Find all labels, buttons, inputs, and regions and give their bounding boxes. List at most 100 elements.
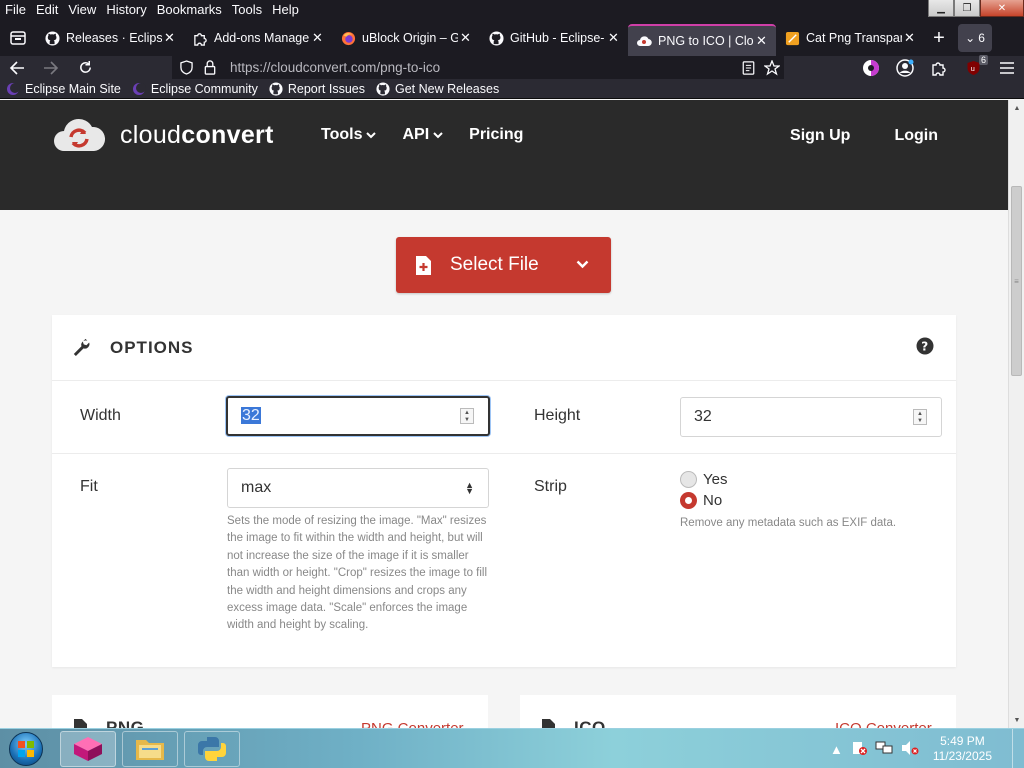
close-window-button[interactable]: ✕ bbox=[980, 0, 1024, 17]
back-button[interactable] bbox=[0, 56, 34, 79]
strip-radio-no[interactable]: No bbox=[680, 492, 722, 509]
menu-view[interactable]: View bbox=[63, 0, 101, 20]
account-button[interactable] bbox=[888, 58, 922, 77]
scroll-up-icon[interactable]: ▲ bbox=[1009, 100, 1024, 116]
svg-text:?: ? bbox=[921, 340, 928, 354]
tab-close-icon[interactable]: ✕ bbox=[460, 30, 472, 46]
tab-close-icon[interactable]: ✕ bbox=[312, 30, 324, 46]
scroll-down-icon[interactable]: ▼ bbox=[1009, 712, 1024, 728]
bookmark-star-icon[interactable] bbox=[760, 59, 784, 76]
list-all-tabs-button[interactable]: ⌄ 6 bbox=[958, 24, 992, 52]
taskbar-app-explorer[interactable] bbox=[122, 731, 178, 767]
bookmark-get-new-releases[interactable]: Get New Releases bbox=[370, 82, 504, 96]
scrollbar-thumb[interactable]: ≡ bbox=[1011, 186, 1022, 376]
width-stepper[interactable]: ▲ ▼ bbox=[460, 408, 474, 424]
action-center-icon[interactable] bbox=[851, 740, 867, 759]
menu-bookmarks[interactable]: Bookmarks bbox=[152, 0, 227, 20]
shield-icon[interactable] bbox=[176, 60, 196, 75]
restore-icon: ❐ bbox=[962, 2, 972, 14]
nav-pricing[interactable]: Pricing bbox=[469, 126, 523, 144]
radio-unchecked-icon[interactable] bbox=[680, 471, 697, 488]
menu-tools[interactable]: Tools bbox=[227, 0, 267, 20]
tab-github-eclipse[interactable]: GitHub - Eclipse- ✕ bbox=[480, 20, 628, 56]
url-text[interactable]: https://cloudconvert.com/png-to-ico bbox=[230, 60, 736, 75]
app-menu-button[interactable] bbox=[990, 61, 1024, 74]
url-bar[interactable]: https://cloudconvert.com/png-to-ico bbox=[172, 56, 784, 79]
github-icon bbox=[376, 81, 390, 96]
arrow-left-icon bbox=[9, 60, 24, 75]
pocket-button[interactable] bbox=[854, 59, 888, 77]
reload-button[interactable] bbox=[68, 56, 102, 79]
tab-releases-eclipse[interactable]: Releases · Eclipse ✕ bbox=[36, 20, 184, 56]
caret-up-icon[interactable]: ▲ bbox=[917, 411, 923, 417]
select-file-label: Select File bbox=[450, 254, 539, 275]
bookmark-eclipse-main-site[interactable]: Eclipse Main Site bbox=[0, 82, 126, 96]
show-desktop-button[interactable] bbox=[1012, 729, 1024, 768]
lock-icon[interactable] bbox=[200, 60, 220, 75]
folder-icon bbox=[136, 740, 164, 760]
caret-down-icon[interactable]: ▼ bbox=[917, 418, 923, 424]
auth-nav: Sign Up Login bbox=[746, 127, 938, 145]
fit-select-value: max bbox=[241, 479, 272, 496]
network-icon[interactable] bbox=[875, 740, 893, 759]
ico-converter-link[interactable]: ICO Converter bbox=[835, 720, 932, 728]
tab-ublock-origin[interactable]: uBlock Origin – G ✕ bbox=[332, 20, 480, 56]
select-arrows-icon: ▲ ▼ bbox=[465, 480, 474, 496]
tab-title: PNG to ICO | Clou bbox=[658, 34, 754, 48]
bookmark-report-issues[interactable]: Report Issues bbox=[263, 82, 370, 96]
menu-history[interactable]: History bbox=[101, 0, 151, 20]
tab-addons-manager[interactable]: Add-ons Manager ✕ bbox=[184, 20, 332, 56]
taskbar-clock[interactable]: 5:49 PM 11/23/2025 bbox=[933, 734, 992, 764]
bookmarks-toolbar: Eclipse Main Site Eclipse Community Repo… bbox=[0, 79, 1024, 99]
page-scrollbar[interactable]: ▲ ≡ ▼ bbox=[1008, 100, 1024, 728]
chevron-down-icon[interactable] bbox=[576, 257, 589, 272]
fit-select[interactable]: max ▲ ▼ bbox=[227, 468, 489, 508]
height-stepper[interactable]: ▲ ▼ bbox=[913, 409, 927, 425]
png-converter-link[interactable]: PNG Converter bbox=[361, 720, 464, 728]
tab-close-icon[interactable]: ✕ bbox=[904, 30, 916, 46]
bookmark-label: Report Issues bbox=[287, 81, 365, 96]
strip-label: Strip bbox=[534, 478, 567, 495]
tab-close-icon[interactable]: ✕ bbox=[608, 30, 620, 46]
nav-api[interactable]: API bbox=[402, 126, 443, 144]
taskbar-app-python[interactable] bbox=[184, 731, 240, 767]
minimize-button[interactable]: ▁ bbox=[928, 0, 954, 17]
firefox-view-button[interactable] bbox=[0, 20, 36, 56]
taskbar-app-browser[interactable] bbox=[60, 731, 116, 767]
maximize-button[interactable]: ❐ bbox=[954, 0, 980, 17]
select-file-button[interactable]: Select File bbox=[396, 237, 611, 293]
tray-expand-icon[interactable]: ▲ bbox=[830, 742, 843, 757]
login-link[interactable]: Login bbox=[894, 127, 938, 145]
caret-down-icon[interactable]: ▼ bbox=[464, 417, 470, 423]
width-input[interactable]: 32 ▲ ▼ bbox=[226, 396, 490, 436]
site-logo[interactable]: cloudconvert bbox=[52, 116, 274, 154]
tab-close-icon[interactable]: ✕ bbox=[164, 30, 176, 46]
height-input[interactable]: 32 ▲ ▼ bbox=[680, 397, 942, 437]
navigation-toolbar: https://cloudconvert.com/png-to-ico u 6 bbox=[0, 54, 1024, 79]
tab-png-to-ico[interactable]: PNG to ICO | Clou ✕ bbox=[628, 24, 776, 56]
reader-view-icon[interactable] bbox=[736, 60, 760, 75]
forward-button[interactable] bbox=[34, 56, 68, 79]
radio-checked-icon[interactable] bbox=[680, 492, 697, 509]
tab-cat-png[interactable]: Cat Png Transpar ✕ bbox=[776, 20, 924, 56]
extensions-button[interactable] bbox=[922, 60, 956, 76]
options-row-size: Width 32 ▲ ▼ Height 32 ▲ ▼ bbox=[52, 382, 956, 454]
strip-radio-yes[interactable]: Yes bbox=[680, 471, 727, 488]
menu-help[interactable]: Help bbox=[267, 0, 304, 20]
tab-close-icon[interactable]: ✕ bbox=[756, 33, 768, 49]
new-tab-button[interactable]: + bbox=[924, 20, 954, 56]
menu-edit[interactable]: Edit bbox=[31, 0, 63, 20]
start-button[interactable] bbox=[4, 730, 48, 768]
nav-tools[interactable]: Tools bbox=[321, 126, 377, 144]
height-label: Height bbox=[534, 407, 581, 424]
help-icon[interactable]: ? bbox=[916, 337, 934, 358]
ublock-button[interactable]: u 6 bbox=[956, 54, 990, 76]
menu-file[interactable]: File bbox=[0, 0, 31, 20]
volume-muted-icon[interactable] bbox=[901, 740, 919, 759]
fit-help-text: Sets the mode of resizing the image. "Ma… bbox=[227, 515, 488, 632]
sign-up-link[interactable]: Sign Up bbox=[790, 127, 850, 145]
bookmark-label: Get New Releases bbox=[394, 81, 500, 96]
bookmark-eclipse-community[interactable]: Eclipse Community bbox=[126, 82, 263, 96]
logo-text-bold: convert bbox=[181, 120, 274, 149]
caret-up-icon[interactable]: ▲ bbox=[464, 410, 470, 416]
